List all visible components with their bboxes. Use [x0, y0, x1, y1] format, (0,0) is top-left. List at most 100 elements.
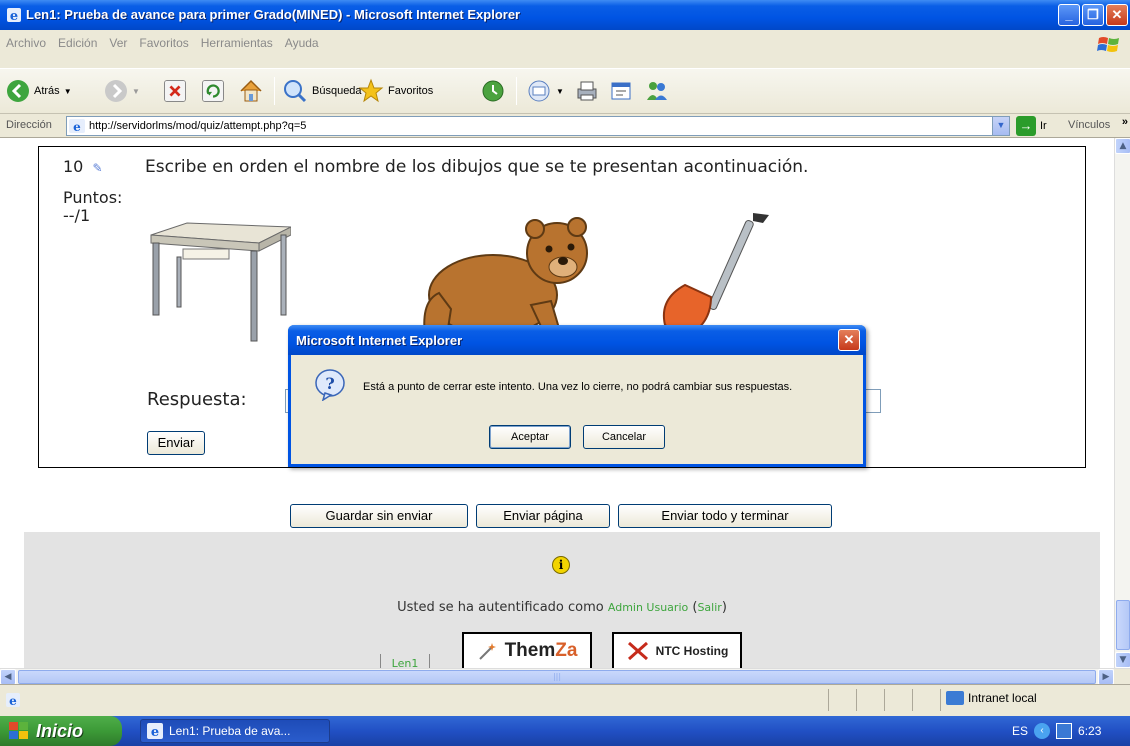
cancel-button[interactable]: Cancelar: [583, 425, 665, 449]
ntc-hosting-logo[interactable]: NTC Hosting: [612, 632, 742, 668]
menu-bar: Archivo Edición Ver Favoritos Herramient…: [0, 30, 1130, 68]
status-cell: [912, 689, 913, 711]
search-icon: [284, 80, 307, 103]
history-button[interactable]: [480, 75, 506, 107]
ok-button[interactable]: Aceptar: [489, 425, 571, 449]
course-link[interactable]: Len1: [380, 654, 430, 668]
logout-link[interactable]: Salir: [697, 601, 721, 614]
start-label: Inicio: [36, 720, 84, 741]
scroll-up-icon[interactable]: ▲: [1115, 138, 1130, 154]
close-window-button[interactable]: ✕: [1106, 4, 1128, 26]
address-url: http://servidorlms/mod/quiz/attempt.php?…: [89, 120, 307, 132]
menu-ver[interactable]: Ver: [109, 36, 127, 54]
print-button[interactable]: [574, 75, 600, 107]
status-cell: [856, 689, 857, 711]
horizontal-scroll-thumb[interactable]: |||: [18, 670, 1096, 684]
address-dropdown-icon[interactable]: ▼: [992, 117, 1009, 135]
taskbar-item-ie[interactable]: e Len1: Prueba de ava...: [140, 719, 330, 743]
status-bar: e Intranet local: [0, 684, 1130, 716]
chevron-down-icon[interactable]: ▼: [556, 87, 564, 96]
status-cell: [884, 689, 885, 711]
shovel-picture: [663, 213, 769, 339]
edit-question-icon[interactable]: ✎: [92, 161, 102, 175]
scroll-left-icon[interactable]: ◀: [0, 669, 16, 685]
window-title: Len1: Prueba de avance para primer Grado…: [26, 7, 521, 22]
themza-logo[interactable]: ThemZa: [462, 632, 592, 668]
go-label: Ir: [1040, 120, 1047, 132]
address-label: Dirección: [6, 119, 52, 131]
zone-label: Intranet local: [968, 691, 1037, 705]
history-icon: [482, 80, 504, 102]
tray-expand-icon[interactable]: ‹: [1034, 723, 1051, 739]
standard-toolbar: Atrás ▼ ▼ Búsqueda Favoritos ▼: [0, 68, 1130, 114]
refresh-icon: [202, 80, 224, 102]
horizontal-scrollbar[interactable]: ◀ ||| ▶: [0, 668, 1130, 685]
forward-arrow-icon: [105, 80, 127, 102]
favorites-label: Favoritos: [388, 85, 434, 97]
points-value: --/1: [63, 206, 91, 225]
address-bar: Dirección e http://servidorlms/mod/quiz/…: [0, 114, 1130, 138]
network-warning-icon[interactable]: [1056, 723, 1073, 739]
send-all-finish-button[interactable]: Enviar todo y terminar: [618, 504, 832, 528]
question-number: 10 ✎: [63, 157, 103, 176]
search-button[interactable]: Búsqueda: [282, 75, 362, 107]
vertical-scroll-thumb[interactable]: [1116, 600, 1130, 650]
scroll-corner: [1114, 669, 1130, 685]
stop-icon: [164, 80, 186, 102]
maximize-button[interactable]: ❐: [1082, 4, 1104, 26]
minimize-button[interactable]: _: [1058, 4, 1080, 26]
edit-button[interactable]: [608, 75, 634, 107]
save-without-sending-button[interactable]: Guardar sin enviar: [290, 504, 468, 528]
confirm-dialog: Microsoft Internet Explorer ✕ ? Está a p…: [288, 325, 866, 467]
send-answer-button[interactable]: Enviar: [147, 431, 205, 455]
chevron-down-icon[interactable]: ▼: [132, 87, 140, 96]
favorites-button[interactable]: Favoritos: [358, 75, 433, 107]
language-indicator[interactable]: ES: [1012, 724, 1028, 738]
refresh-button[interactable]: [202, 75, 224, 107]
dialog-close-button[interactable]: ✕: [838, 329, 860, 351]
messenger-button[interactable]: [644, 75, 670, 107]
system-tray: ES ‹ 6:23: [1006, 716, 1130, 746]
links-chevron-icon[interactable]: »: [1122, 116, 1128, 128]
clock[interactable]: 6:23: [1078, 724, 1101, 738]
chevron-down-icon[interactable]: ▼: [64, 87, 72, 96]
start-button[interactable]: Inicio: [0, 716, 122, 746]
forward-button[interactable]: ▼: [104, 75, 140, 107]
menu-ayuda[interactable]: Ayuda: [285, 36, 319, 54]
wand-icon: [478, 643, 496, 660]
security-zone[interactable]: Intranet local: [946, 691, 1037, 705]
themza-text: ThemZa: [505, 640, 578, 662]
stop-button[interactable]: [164, 75, 186, 107]
paren-close: ): [721, 600, 727, 615]
user-link[interactable]: Admin Usuario: [608, 601, 688, 614]
go-arrow-icon: →: [1016, 116, 1036, 136]
back-button[interactable]: Atrás ▼: [6, 75, 72, 107]
vertical-scrollbar[interactable]: ▲ ▼: [1114, 138, 1130, 668]
mail-button[interactable]: ▼: [526, 75, 564, 107]
go-button[interactable]: → Ir: [1016, 116, 1047, 136]
ie-status-icon: e: [6, 693, 20, 707]
themza-b: Za: [555, 640, 578, 661]
dialog-title-bar[interactable]: Microsoft Internet Explorer ✕: [288, 325, 866, 355]
messenger-icon: [647, 82, 667, 100]
menu-edicion[interactable]: Edición: [58, 36, 97, 54]
send-page-button[interactable]: Enviar página: [476, 504, 610, 528]
answer-label: Respuesta:: [147, 389, 247, 410]
links-label[interactable]: Vínculos: [1068, 119, 1110, 131]
scroll-down-icon[interactable]: ▼: [1115, 652, 1130, 668]
search-label: Búsqueda: [312, 85, 362, 97]
address-input[interactable]: e http://servidorlms/mod/quiz/attempt.ph…: [66, 116, 1010, 136]
desk-picture: [150, 222, 291, 342]
edit-page-icon: [611, 82, 631, 100]
home-button[interactable]: [238, 75, 264, 107]
scroll-right-icon[interactable]: ▶: [1098, 669, 1114, 685]
themza-a: Them: [504, 640, 556, 661]
menu-favoritos[interactable]: Favoritos: [139, 36, 188, 54]
window-title-bar[interactable]: e Len1: Prueba de avance para primer Gra…: [0, 0, 1130, 30]
back-arrow-icon: [7, 80, 29, 102]
quiz-actions: Guardar sin enviar Enviar página Enviar …: [0, 500, 1114, 530]
menu-herramientas[interactable]: Herramientas: [201, 36, 273, 54]
menu-archivo[interactable]: Archivo: [6, 36, 46, 54]
printer-icon: [577, 81, 597, 101]
points-block: Puntos: --/1: [63, 189, 122, 225]
